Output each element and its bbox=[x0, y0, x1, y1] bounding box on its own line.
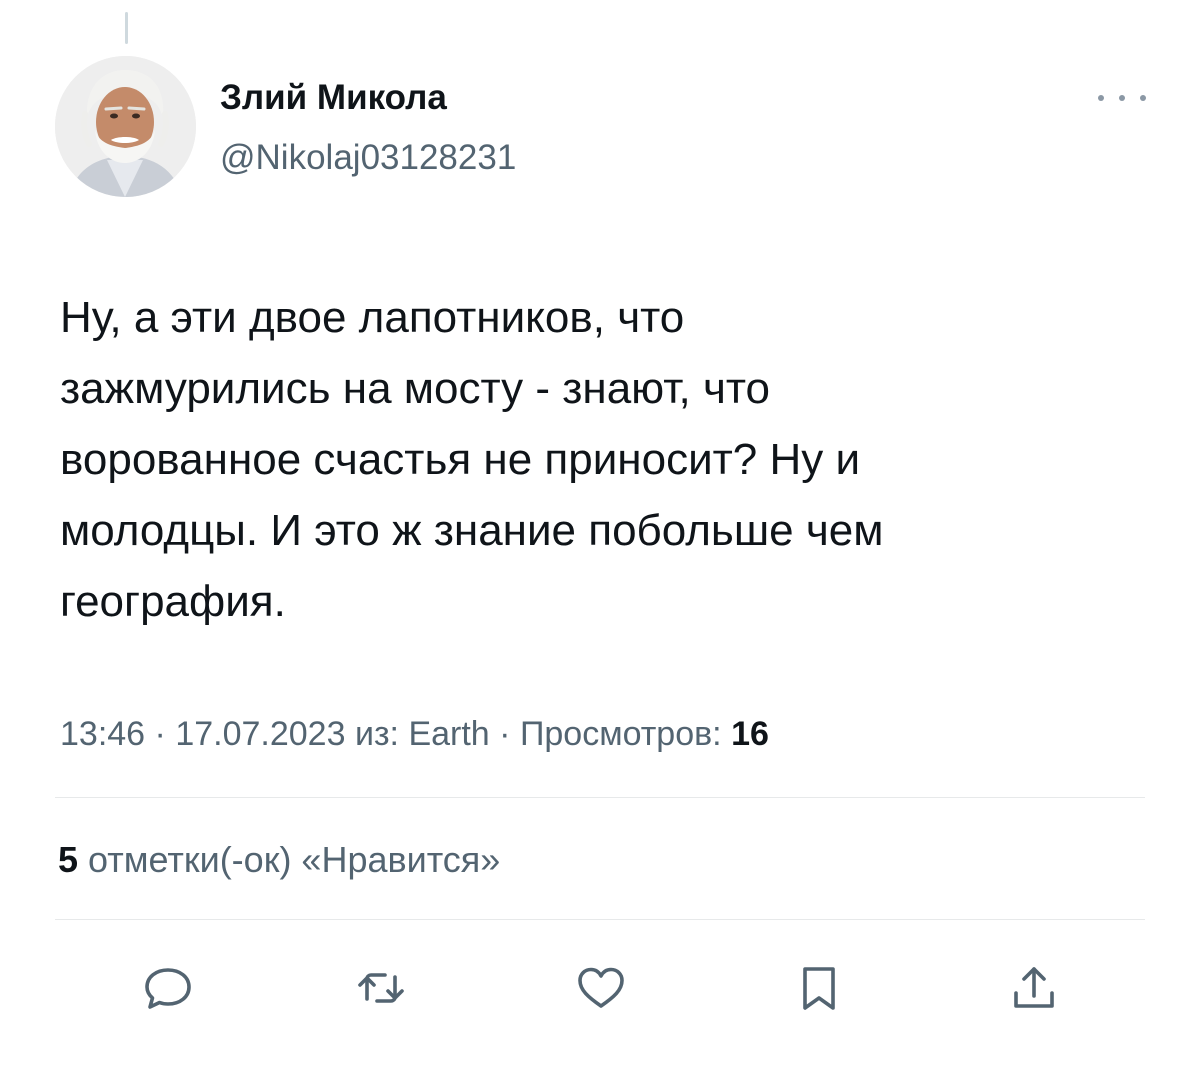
views-label: Просмотров: bbox=[519, 715, 722, 753]
author-display-name[interactable]: Злий Микола bbox=[220, 76, 447, 120]
tweet-detail: Злий Микола @Nikolaj03128231 Ну, а эти д… bbox=[0, 0, 1200, 1073]
source-prefix: из: bbox=[354, 715, 399, 753]
heart-icon bbox=[578, 967, 624, 1008]
likes-summary[interactable]: 5 отметки(-ок) «Нравится» bbox=[58, 838, 500, 882]
like-button[interactable] bbox=[571, 958, 631, 1018]
likes-label: отметки(-ок) «Нравится» bbox=[88, 839, 501, 880]
tweet-text: Ну, а эти двое лапотников, что зажмурили… bbox=[60, 293, 884, 626]
more-dot-icon bbox=[1119, 95, 1125, 101]
meta-separator: · bbox=[499, 715, 511, 753]
author-handle[interactable]: @Nikolaj03128231 bbox=[220, 136, 516, 180]
divider bbox=[55, 919, 1145, 920]
share-icon bbox=[1014, 967, 1054, 1008]
reply-button[interactable] bbox=[138, 958, 198, 1018]
retweet-arrows-icon bbox=[358, 973, 404, 1003]
tweet-date[interactable]: 17.07.2023 bbox=[175, 715, 345, 753]
tweet-time[interactable]: 13:46 bbox=[60, 715, 145, 753]
speech-bubble-icon bbox=[145, 968, 191, 1009]
meta-separator: · bbox=[154, 715, 166, 753]
thread-line bbox=[125, 12, 128, 44]
divider bbox=[55, 797, 1145, 798]
bookmark-icon bbox=[803, 967, 835, 1010]
likes-count: 5 bbox=[58, 839, 79, 880]
author-avatar[interactable] bbox=[55, 56, 196, 197]
tweet-source: Earth bbox=[408, 715, 490, 753]
bookmark-button[interactable] bbox=[789, 958, 849, 1018]
avatar-photo bbox=[55, 56, 196, 197]
tweet-meta: 13:46 · 17.07.2023 из: Earth · Просмотро… bbox=[60, 712, 769, 756]
more-dot-icon bbox=[1098, 95, 1104, 101]
more-dot-icon bbox=[1140, 95, 1146, 101]
retweet-button[interactable] bbox=[351, 958, 411, 1018]
more-options-button[interactable] bbox=[1094, 84, 1150, 112]
share-button[interactable] bbox=[1004, 958, 1064, 1018]
views-count: 16 bbox=[731, 715, 769, 753]
